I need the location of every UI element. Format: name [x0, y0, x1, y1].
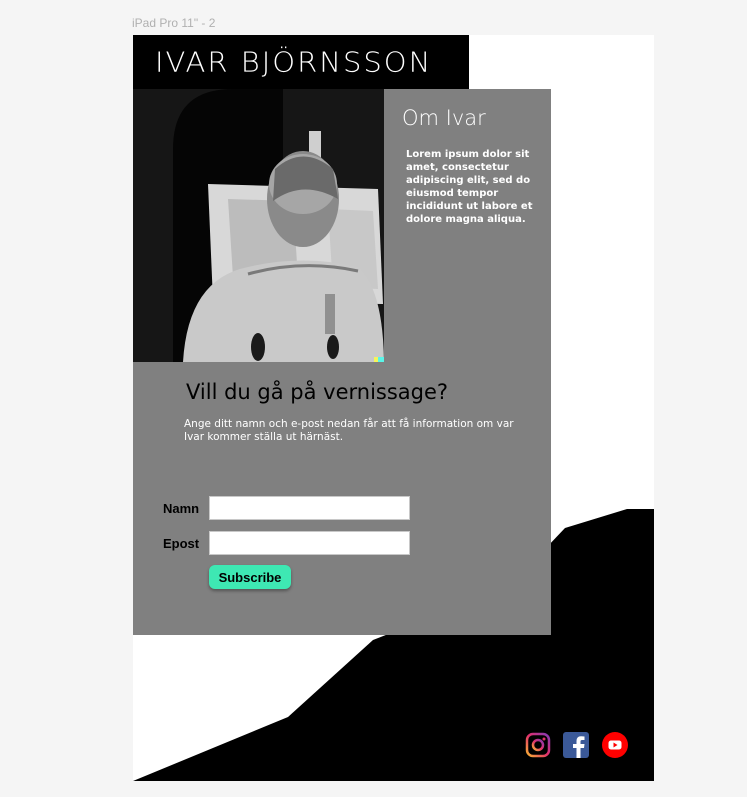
- email-label: Epost: [163, 536, 200, 551]
- name-field[interactable]: [209, 496, 410, 520]
- facebook-icon[interactable]: [563, 732, 589, 758]
- frame-label: iPad Pro 11" - 2: [132, 16, 216, 30]
- header-bar: IVAR BJÖRNSSON: [133, 35, 469, 89]
- vernissage-text: Ange ditt namn och e-post nedan får att …: [184, 418, 514, 443]
- artist-photo: [133, 89, 384, 362]
- site-title: IVAR BJÖRNSSON: [155, 45, 433, 79]
- email-field[interactable]: [209, 531, 410, 555]
- name-label: Namn: [163, 501, 200, 516]
- vernissage-title: Vill du gå på vernissage?: [186, 380, 449, 404]
- instagram-icon[interactable]: [525, 732, 551, 758]
- about-title: Om Ivar: [402, 106, 486, 130]
- youtube-icon[interactable]: [602, 732, 628, 758]
- subscribe-button[interactable]: Subscribe: [209, 565, 291, 589]
- about-text: Lorem ipsum dolor sit amet, consectetur …: [406, 149, 533, 225]
- artboard: IVAR BJÖRNSSON Om Ivar Lorem ipsum dolor…: [133, 35, 654, 781]
